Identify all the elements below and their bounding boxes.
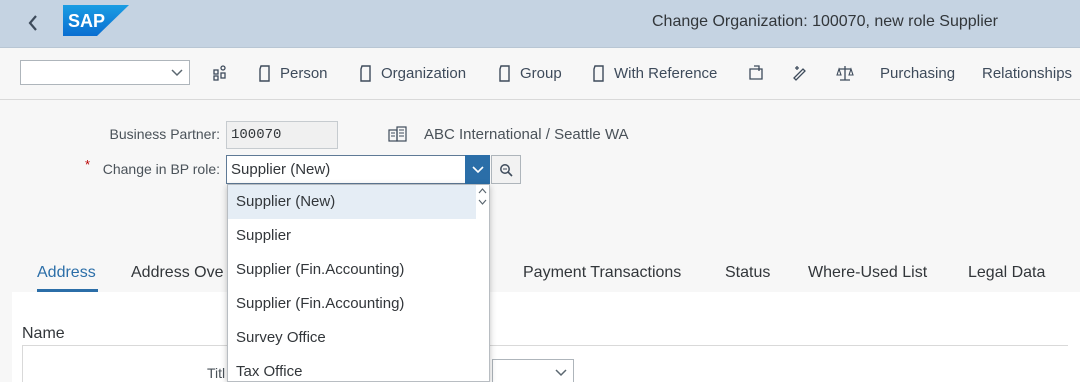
dropdown-option[interactable]: Supplier (Fin.Accounting) [228,253,478,287]
svg-text:SAP: SAP [68,11,105,31]
document-icon [499,64,510,82]
title-label: Titl [207,365,226,381]
create-organization-button[interactable]: Organization [359,62,466,84]
bp-name: ABC International / Seattle WA [424,126,629,143]
bp-role-dropdown-list: Supplier (New) Supplier Supplier (Fin.Ac… [227,184,490,382]
chevron-down-icon [171,69,183,77]
toolbar: Person Organization Group With Reference… [0,49,1080,100]
edit-icon[interactable] [789,62,811,84]
organization-icon [388,126,408,147]
dropdown-option[interactable]: Survey Office [228,321,478,355]
bp-label: Business Partner: [109,126,221,142]
tab-bar: Address Address Ove Payment Transactions… [0,250,1080,292]
open-icon[interactable] [746,62,768,84]
chevron-down-icon [555,369,567,377]
balance-scale-icon[interactable] [834,62,856,84]
sap-logo: SAP [63,5,129,36]
tab-address[interactable]: Address [37,264,96,282]
dropdown-option[interactable]: Supplier (Fin.Accounting) [228,287,478,321]
chevron-down-icon [478,199,487,205]
toolbar-select[interactable] [20,60,190,85]
chevron-up-icon [478,188,487,194]
header-area: Business Partner: 100070 ABC Internation… [0,100,1080,250]
tab-where-used-list[interactable]: Where-Used List [808,264,927,282]
content-panel: Name Titl [12,292,1080,382]
document-icon [259,64,270,82]
bp-number-field[interactable]: 100070 [226,121,338,149]
tab-address-overview[interactable]: Address Ove [131,264,223,282]
document-icon [360,64,371,82]
title-select[interactable] [492,359,574,382]
page-title: Change Organization: 100070, new role Su… [651,13,998,30]
tab-payment-transactions[interactable]: Payment Transactions [523,264,681,282]
purchasing-button[interactable]: Purchasing [880,62,955,84]
search-icon [500,163,513,177]
document-icon [593,64,604,82]
shell-bar: SAP Change Organization: 100070, new rol… [0,0,1080,48]
bp-role-search-button[interactable] [491,155,521,184]
chevron-down-icon [471,165,484,173]
create-group-button[interactable]: Group [498,62,562,84]
relationships-button[interactable]: Relationships [982,62,1072,84]
bp-role-label: Change in BP role: [102,161,220,177]
transfer-icon[interactable] [209,62,231,84]
create-person-button[interactable]: Person [258,62,328,84]
tab-status[interactable]: Status [725,264,770,282]
dropdown-option[interactable]: Supplier [228,219,478,253]
bp-role-input[interactable]: Supplier (New) [226,155,490,184]
dropdown-scrollbar[interactable] [476,185,489,381]
tab-legal-data[interactable]: Legal Data [968,264,1045,282]
section-title: Name [22,325,65,342]
dropdown-option[interactable]: Supplier (New) [228,185,478,219]
dropdown-option[interactable]: Tax Office [228,355,478,381]
create-with-reference-button[interactable]: With Reference [592,62,717,84]
back-button[interactable] [20,10,46,36]
bp-role-dropdown-button[interactable] [465,155,490,184]
chevron-left-icon [28,15,37,31]
